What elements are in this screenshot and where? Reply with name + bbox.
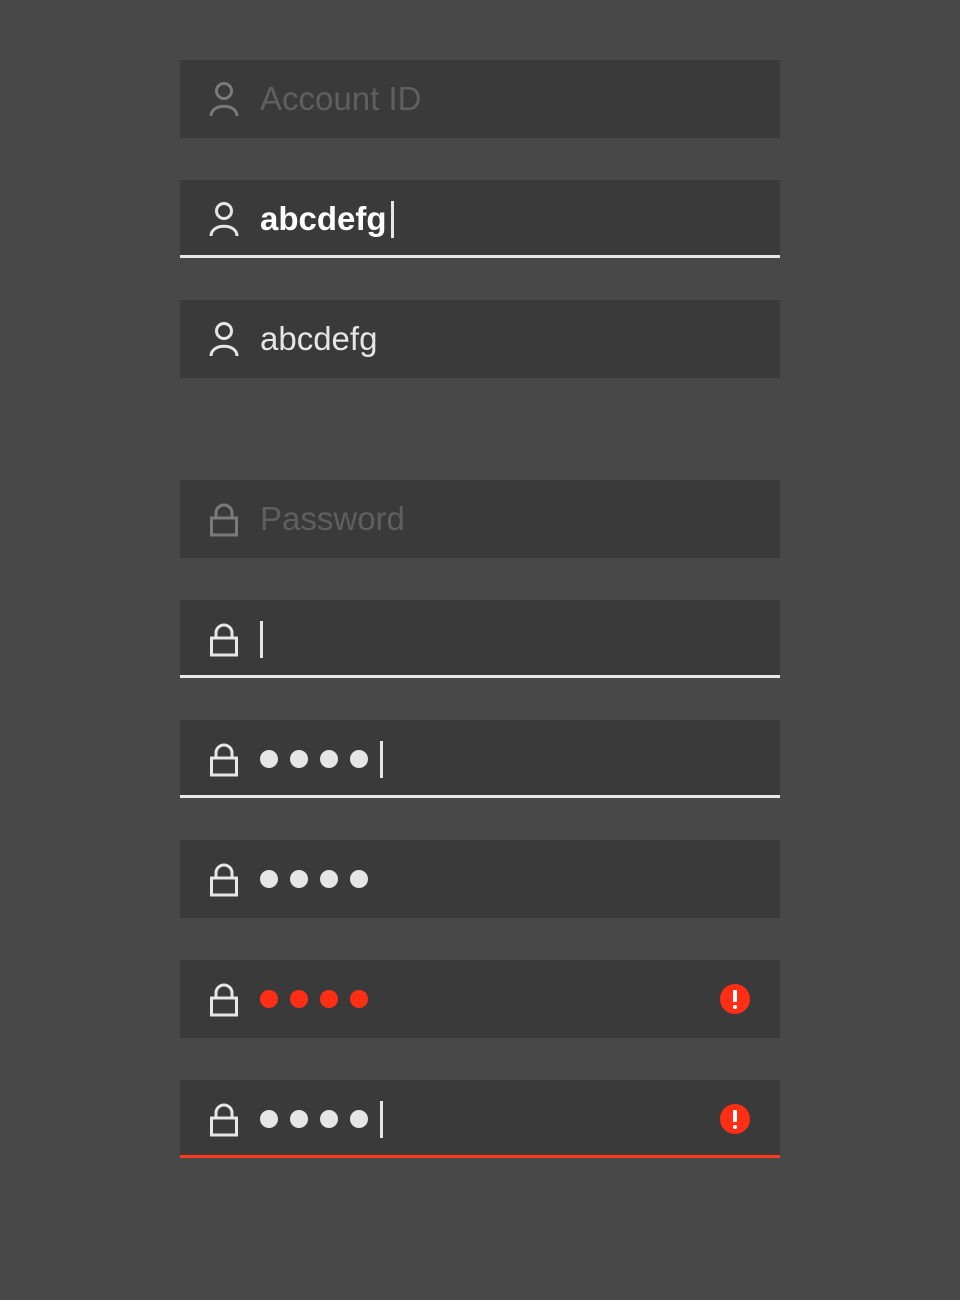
password-mask xyxy=(260,840,380,918)
password-input-error-focused[interactable] xyxy=(180,1080,780,1158)
mask-dot xyxy=(260,870,278,888)
lock-icon xyxy=(208,501,240,537)
password-input-error[interactable] xyxy=(180,960,780,1038)
mask-dot xyxy=(290,1110,308,1128)
mask-dot xyxy=(290,750,308,768)
mask-dot xyxy=(350,750,368,768)
account-id-value: abcdefg xyxy=(260,200,387,237)
alert-icon xyxy=(720,984,750,1014)
alert-icon xyxy=(720,1104,750,1134)
account-id-value-wrap: abcdefg xyxy=(260,180,394,258)
text-caret xyxy=(260,620,263,658)
mask-dot xyxy=(320,750,338,768)
password-input[interactable]: Password xyxy=(180,480,780,558)
password-placeholder: Password xyxy=(260,500,405,537)
mask-dot xyxy=(290,990,308,1008)
account-id-input[interactable]: Account ID xyxy=(180,60,780,138)
user-icon xyxy=(208,321,240,357)
account-id-input-filled[interactable]: abcdefg xyxy=(180,300,780,378)
password-mask xyxy=(260,1080,383,1158)
mask-dot xyxy=(260,1110,278,1128)
text-caret xyxy=(390,200,394,238)
user-icon xyxy=(208,201,240,237)
mask-dot xyxy=(350,870,368,888)
password-mask xyxy=(260,600,263,678)
account-id-input-focused[interactable]: abcdefg xyxy=(180,180,780,258)
user-icon xyxy=(208,81,240,117)
text-caret xyxy=(380,1100,383,1138)
mask-dot xyxy=(260,750,278,768)
password-input-focused[interactable] xyxy=(180,720,780,798)
mask-dot xyxy=(320,1110,338,1128)
mask-dot xyxy=(290,870,308,888)
lock-icon xyxy=(208,1101,240,1137)
lock-icon xyxy=(208,861,240,897)
lock-icon xyxy=(208,621,240,657)
mask-dot xyxy=(350,990,368,1008)
password-input-filled[interactable] xyxy=(180,840,780,918)
lock-icon xyxy=(208,741,240,777)
password-mask xyxy=(260,720,383,798)
password-input-focused-empty[interactable] xyxy=(180,600,780,678)
mask-dot xyxy=(320,990,338,1008)
mask-dot xyxy=(260,990,278,1008)
mask-dot xyxy=(320,870,338,888)
account-id-value: abcdefg xyxy=(260,320,378,357)
password-mask xyxy=(260,960,380,1038)
lock-icon xyxy=(208,981,240,1017)
mask-dot xyxy=(350,1110,368,1128)
text-caret xyxy=(380,740,383,778)
account-id-placeholder: Account ID xyxy=(260,80,422,117)
